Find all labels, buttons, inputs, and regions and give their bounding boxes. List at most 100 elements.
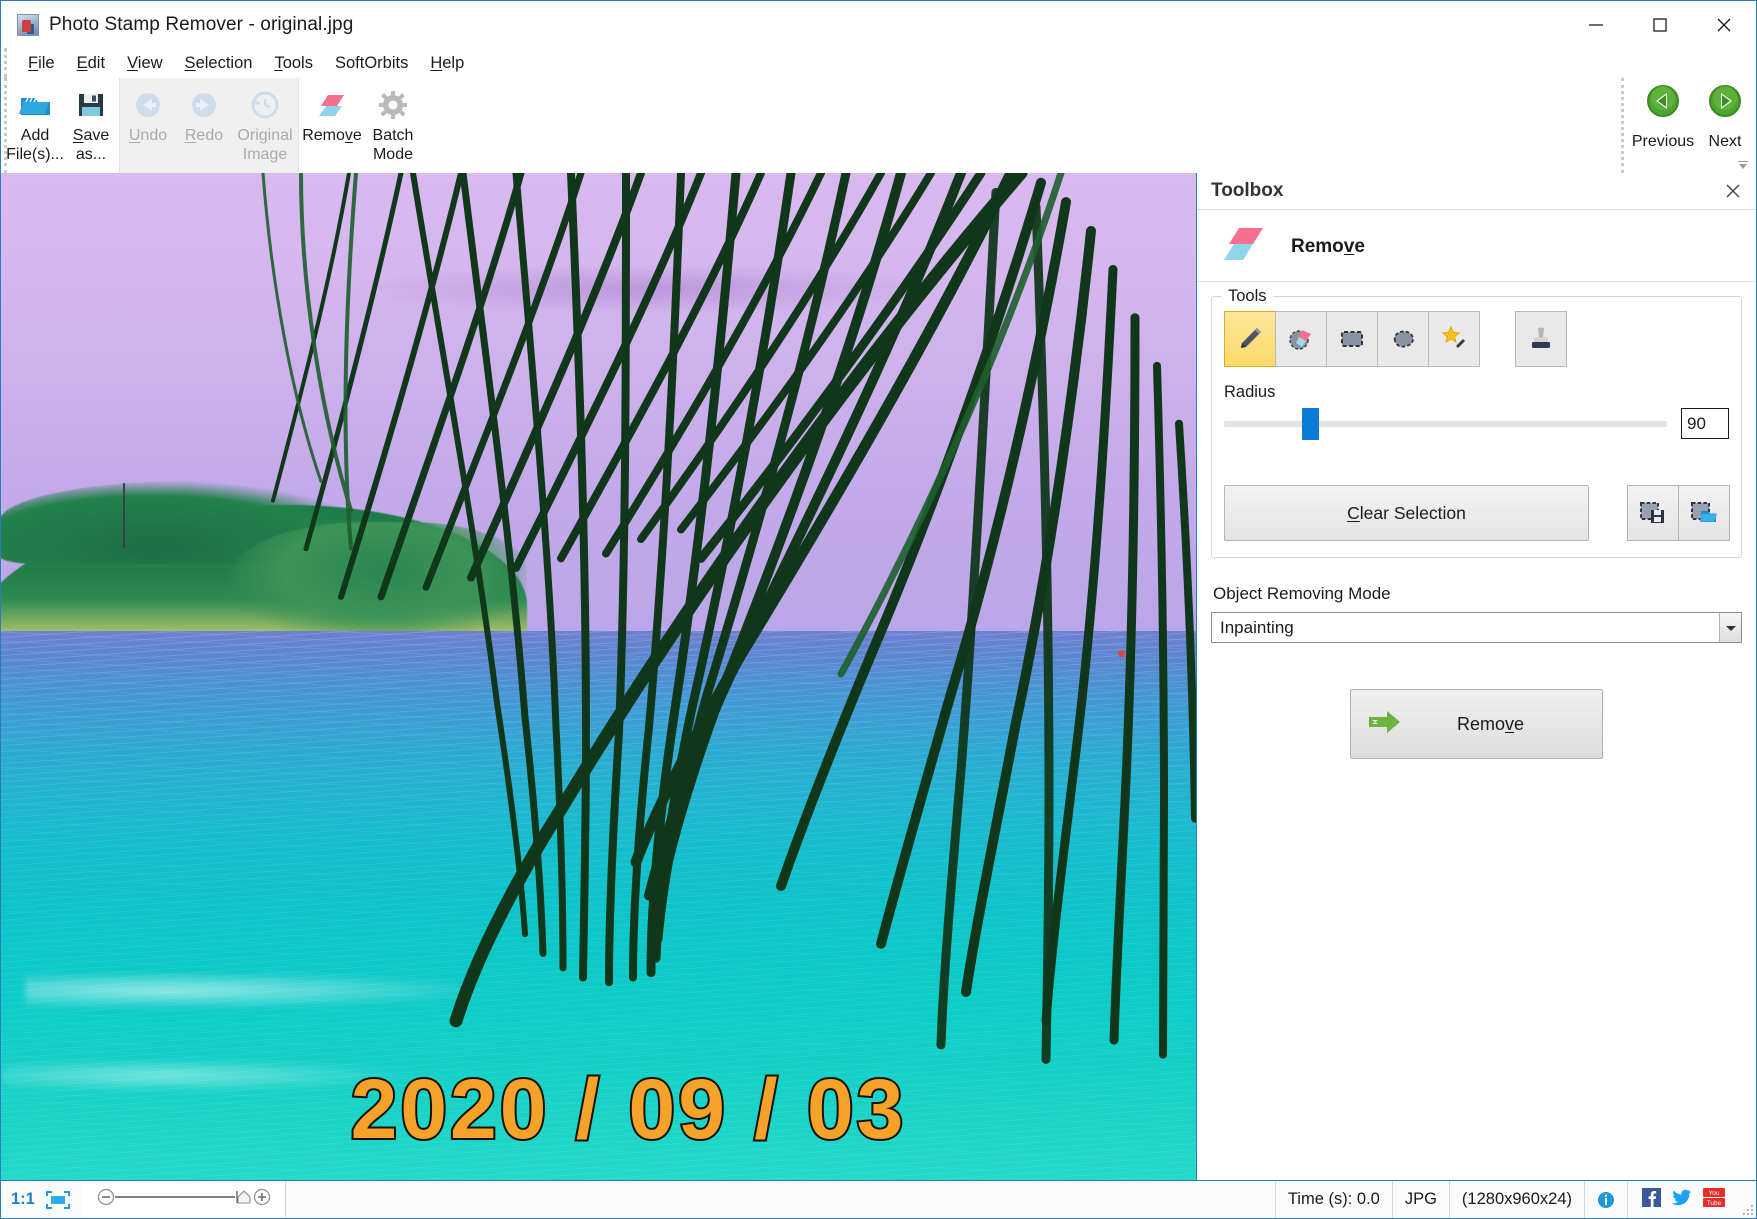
facebook-icon[interactable] [1642,1188,1661,1212]
zoom-slider-group [83,1181,286,1218]
toolbox-close-button[interactable] [1722,180,1744,202]
clear-selection-row: Clear Selection [1224,485,1729,541]
chevron-down-icon[interactable] [1719,613,1741,642]
batch-mode-label: Batch Mode [373,126,414,164]
previous-label: Previous [1632,133,1694,151]
undo-button[interactable]: Undo [120,80,176,172]
tools-row [1224,311,1729,367]
menu-selection-rest: election [196,54,253,72]
fit-to-window-icon[interactable] [45,1181,83,1218]
eraser-circle-tool[interactable] [1275,311,1327,367]
ribbon-group-history: Undo Redo [119,78,299,173]
toolbox-section-remove: Remove [1197,210,1756,282]
close-button[interactable] [1692,1,1756,48]
remove-action-wrap: Remove [1197,689,1756,759]
zoom-slider-thumb[interactable] [235,1188,253,1211]
plus-icon[interactable] [253,1188,271,1211]
radius-value-input[interactable]: 90 [1681,408,1729,439]
menu-file[interactable]: File [17,52,66,75]
menu-bar: File Edit View Selection Tools SoftOrbit… [4,48,1756,78]
social-links: You Tube [1628,1181,1739,1218]
green-right-arrow-icon [1708,84,1742,123]
status-time: Time (s): 0.0 [1276,1181,1393,1218]
original-image-button[interactable]: Original Image [232,80,298,172]
object-removing-mode-select[interactable]: Inpainting [1211,612,1742,643]
menu-file-rest: ile [38,54,55,72]
save-as-label: Save as... [73,126,109,164]
menu-view-rest: iew [138,54,163,72]
cloud [360,264,934,314]
undo-arrow-icon [132,88,164,122]
add-files-label: Add File(s)... [6,126,64,164]
main-body: 2020 / 09 / 03 Toolbox Remove [1,173,1756,1180]
remove-action-button[interactable]: Remove [1350,689,1603,759]
rectangle-select-tool[interactable] [1326,311,1378,367]
minus-icon[interactable] [97,1188,115,1211]
selection-io-group [1627,485,1729,541]
ribbon-navigation-group: Previous Next [1621,78,1756,173]
menu-help[interactable]: Help [419,52,475,75]
menu-tools-rest: ools [283,54,313,72]
magic-wand-tool[interactable] [1428,311,1480,367]
resize-grip[interactable] [1739,1201,1753,1215]
object-removing-mode-value: Inpainting [1212,618,1719,638]
tools-group: Tools [1211,296,1742,558]
menu-help-rest: elp [442,54,464,72]
remove-ribbon-label: Remove [302,126,362,145]
eraser-icon [315,88,349,122]
status-format: JPG [1393,1181,1450,1218]
radius-slider-row: 90 [1224,408,1729,439]
next-button[interactable]: Next [1694,84,1756,151]
clock-history-icon [249,88,281,122]
image-canvas[interactable]: 2020 / 09 / 03 [1,173,1196,1180]
application-window: Photo Stamp Remover - original.jpg File … [0,0,1757,1219]
radius-label: Radius [1224,383,1729,402]
radius-slider[interactable] [1224,421,1667,427]
title-bar: Photo Stamp Remover - original.jpg [1,1,1756,48]
water-highlight-1 [25,971,503,1009]
load-selection-button[interactable] [1678,485,1730,541]
menu-view[interactable]: View [116,52,173,75]
add-files-button[interactable]: Add File(s)... [7,80,63,172]
app-photo-icon [17,14,39,36]
window-title: Photo Stamp Remover - original.jpg [49,14,353,36]
toolbox-title: Toolbox [1211,180,1722,202]
photo-content: 2020 / 09 / 03 [1,173,1196,1180]
clear-selection-button[interactable]: Clear Selection [1224,485,1589,541]
status-bar: 1:1 [1,1180,1756,1218]
redo-button[interactable]: Redo [176,80,232,172]
twitter-icon[interactable] [1672,1188,1692,1212]
date-stamp-text: 2020 / 09 / 03 [1,1061,1196,1158]
radius-slider-thumb[interactable] [1302,408,1319,440]
zoom-slider-track[interactable] [115,1188,235,1211]
previous-button[interactable]: Previous [1632,84,1694,151]
antenna-pole [123,483,125,547]
eraser-icon [1223,224,1269,269]
batch-mode-button[interactable]: Batch Mode [365,80,421,172]
zoom-ratio-label[interactable]: 1:1 [1,1181,45,1218]
remove-action-label: Remove [1405,714,1602,735]
menu-softorbits[interactable]: SoftOrbits [324,52,419,75]
menu-edit[interactable]: Edit [66,52,116,75]
minimize-button[interactable] [1564,1,1628,48]
lasso-tool[interactable] [1377,311,1429,367]
open-folder-icon [17,88,53,122]
menu-selection[interactable]: Selection [174,52,264,75]
save-as-button[interactable]: Save as... [63,80,119,172]
remove-ribbon-button[interactable]: Remove [299,80,365,172]
youtube-icon[interactable]: You Tube [1703,1188,1725,1212]
window-controls [1564,1,1756,48]
gear-icon [377,88,409,122]
status-dimensions: (1280x960x24) [1450,1181,1585,1218]
ribbon-group-actions: Remove [299,78,421,173]
save-selection-button[interactable] [1627,485,1679,541]
redo-arrow-icon [188,88,220,122]
menu-edit-rest: dit [88,54,105,72]
pencil-tool[interactable] [1224,311,1276,367]
svg-text:Tube: Tube [1707,1200,1722,1207]
menu-tools[interactable]: Tools [263,52,324,75]
info-icon[interactable] [1585,1181,1628,1218]
maximize-button[interactable] [1628,1,1692,48]
green-arrow-icon [1367,707,1405,742]
stamp-tool[interactable] [1515,311,1567,367]
